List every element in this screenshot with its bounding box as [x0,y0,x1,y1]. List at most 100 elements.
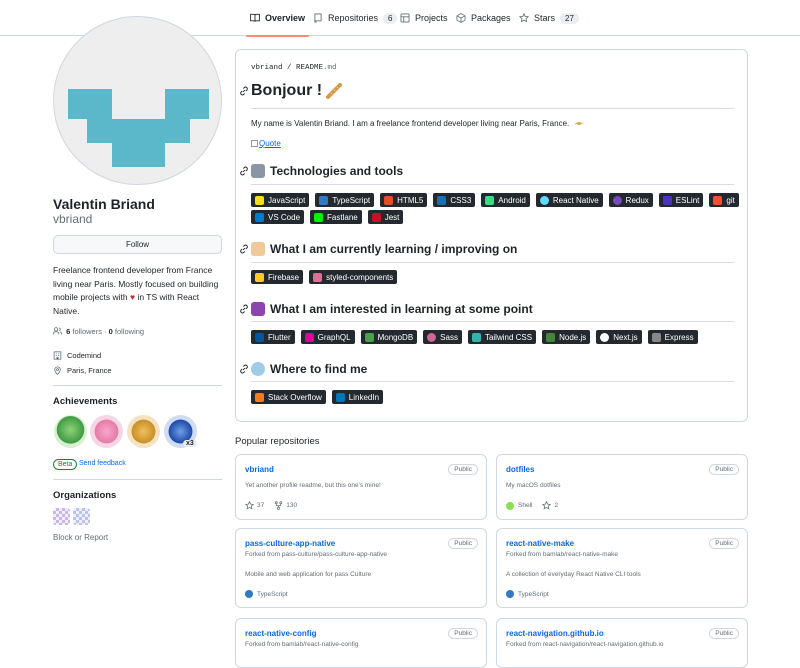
visibility-badge: Public [448,628,478,639]
avatar[interactable] [53,16,222,185]
forks-count[interactable]: 130 [286,502,297,509]
quote-image[interactable]: Quote [251,139,281,148]
tab-repositories[interactable]: Repositories 6 [313,0,398,36]
nodejs-icon [546,332,556,342]
styled-components-icon [313,272,323,282]
chip-typescript: TypeScript [315,193,375,207]
tab-packages[interactable]: Packages [456,0,511,36]
divider [251,108,734,109]
company-row: Codemind [53,351,101,360]
link-icon[interactable] [239,86,249,96]
readme-h1: Bonjour ! [251,82,323,99]
readme-heading: Bonjour ! [239,82,343,100]
followers-label: followers [72,327,102,336]
chip-label: Node.js [559,332,587,342]
package-icon [456,13,466,23]
forked-from[interactable]: Forked from bamlab/react-native-make [506,551,618,558]
chip-label: MongoDB [377,332,414,342]
tab-label: Repositories [328,13,379,23]
chip-css3: CSS3 [433,193,476,207]
magnifier-icon [251,362,265,376]
android-icon [485,195,495,205]
block-or-report-link[interactable]: Block or Report [53,533,108,542]
link-icon[interactable] [239,244,249,254]
chip-label: CSS3 [450,195,472,205]
chip-styled-components: styled-components [309,270,398,284]
repo-link[interactable]: vbriand [245,465,274,474]
chip-linkedin[interactable]: LinkedIn [331,390,384,404]
repositories-count: 6 [383,12,398,24]
org-avatar[interactable] [53,508,70,525]
section-heading: What I am currently learning / improving… [239,242,517,256]
profile-login: vbriand [53,212,93,226]
repo-link[interactable]: react-native-config [245,629,317,638]
followers-link[interactable]: 6 followers [66,327,102,336]
achievement-badge-pull-shark[interactable] [54,415,87,448]
mongodb-icon [364,332,374,342]
repo-link[interactable]: dotfiles [506,465,534,474]
repo-description: Mobile and web application for pass Cult… [245,571,372,578]
tab-stars[interactable]: Stars 27 [519,0,579,36]
repo-meta: TypeScript [245,590,288,598]
forked-from[interactable]: Forked from pass-culture/pass-culture-ap… [245,551,387,558]
popular-repos-title: Popular repositories [235,436,320,447]
people-icon [52,327,63,335]
forked-from[interactable]: Forked from react-navigation/react-navig… [506,641,664,648]
send-feedback-link[interactable]: Send feedback [79,460,126,467]
link-icon[interactable] [239,304,249,314]
profile-bio: Freelance frontend developer from France… [53,264,223,318]
jest-icon [371,212,381,222]
html5-icon [384,195,394,205]
chip-label: Fastlane [327,212,358,222]
chip-jest: Jest [367,210,404,224]
chip-label: ESLint [675,195,700,205]
repo-link[interactable]: react-navigation.github.io [506,629,604,638]
repo-link[interactable]: react-native-make [506,539,574,548]
chip-graphql: GraphQL [300,330,355,344]
chip-label: HTML5 [397,195,424,205]
divider [53,385,222,386]
readme-intro: My name is Valentin Briand. I am a freel… [251,119,584,128]
forked-from[interactable]: Forked from bamlab/react-native-config [245,641,358,648]
learning-chips: Firebase styled-components [251,270,741,284]
section-heading: What I am interested in learning at some… [239,302,533,316]
dot-separator: · [104,327,107,336]
link-icon[interactable] [239,364,249,374]
tab-overview[interactable]: Overview [245,0,310,37]
readme-path-user[interactable]: vbriand [251,64,283,72]
chip-tailwind: Tailwind CSS [467,330,537,344]
repo-card: react-navigation.github.io Public Forked… [496,618,748,668]
visibility-badge: Public [448,464,478,475]
fork-icon [275,501,283,510]
book-open-icon [251,242,265,256]
repo-card: dotfiles Public My macOS dotfiles Shell … [496,454,748,520]
location-row: Paris, France [53,366,112,375]
achievement-badge-quickdraw[interactable] [127,415,160,448]
chip-firebase: Firebase [251,270,304,284]
readme-path: vbriand / README.md [251,64,337,72]
chip-stack-overflow[interactable]: Stack Overflow [251,390,326,404]
chip-html5: HTML5 [380,193,428,207]
tab-projects[interactable]: Projects [400,0,448,36]
fastlane-icon [314,212,324,222]
stars-count[interactable]: 2 [554,502,558,509]
follow-button[interactable]: Follow [53,235,222,254]
firebase-icon [255,272,264,282]
following-label: following [114,327,145,336]
repo-card: react-native-config Public Forked from b… [235,618,487,668]
repo-language: Shell [518,502,533,509]
chip-label: Redux [625,195,649,205]
visibility-badge: Public [709,464,739,475]
chip-label: Next.js [613,332,638,342]
link-icon[interactable] [239,166,249,176]
divider [251,381,734,382]
achievement-badge-yolo[interactable] [90,415,123,448]
tailwind-icon [471,332,481,342]
following-link[interactable]: 0 following [109,327,144,336]
chip-label: Flutter [268,332,291,342]
flutter-icon [255,332,264,342]
repo-link[interactable]: pass-culture-app-native [245,539,335,548]
org-avatar[interactable] [73,508,90,525]
stars-count[interactable]: 37 [257,502,264,509]
typescript-icon [319,195,329,205]
